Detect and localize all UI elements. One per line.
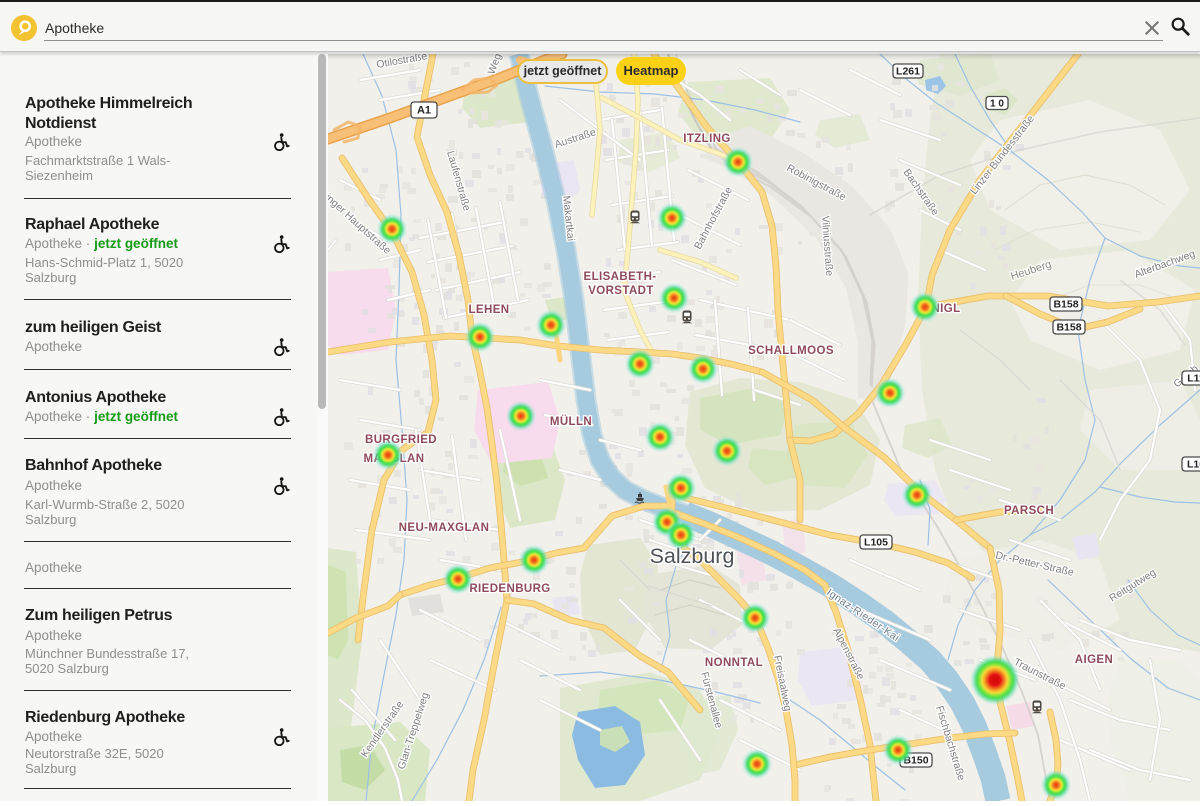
svg-text:ELISABETH-: ELISABETH- — [584, 271, 657, 283]
svg-text:1 0: 1 0 — [990, 99, 1004, 110]
svg-text:A1: A1 — [417, 105, 431, 117]
svg-text:Salzburg: Salzburg — [650, 544, 735, 568]
svg-text:B158: B158 — [1056, 322, 1081, 334]
svg-text:NONNTAL: NONNTAL — [705, 657, 763, 669]
svg-text:VORSTADT: VORSTADT — [588, 285, 654, 297]
svg-text:SCHALLMOOS: SCHALLMOOS — [748, 345, 834, 357]
svg-text:B158: B158 — [1053, 299, 1078, 311]
svg-text:NEU-MAXGLAN: NEU-MAXGLAN — [399, 522, 490, 534]
svg-text:L261: L261 — [896, 66, 920, 78]
svg-text:RIEDENBURG: RIEDENBURG — [469, 583, 550, 595]
svg-text:BURGFRIED: BURGFRIED — [365, 434, 437, 446]
svg-text:L105: L105 — [864, 537, 888, 549]
svg-text:L10: L10 — [1187, 459, 1200, 471]
svg-text:LEHEN: LEHEN — [469, 304, 510, 316]
svg-text:L11: L11 — [1187, 373, 1200, 385]
svg-text:ITZLING: ITZLING — [683, 133, 731, 145]
svg-text:AIGEN: AIGEN — [1075, 654, 1113, 666]
svg-text:PARSCH: PARSCH — [1004, 505, 1054, 517]
svg-text:MÜLLN: MÜLLN — [550, 415, 592, 428]
